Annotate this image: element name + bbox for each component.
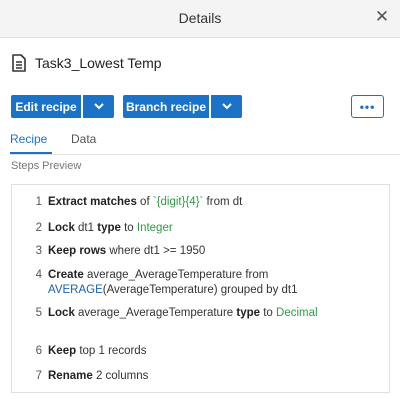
step-text-fragment: average_AverageTemperature — [74, 307, 237, 319]
tab-recipe[interactable]: Recipe — [10, 132, 47, 146]
step-text-fragment: to — [120, 222, 137, 234]
step-text-fragment: (AverageTemperature) grouped by dt1 — [102, 284, 298, 296]
step-description: Extract matches of `{digit}{4}` from dt — [48, 195, 381, 210]
step-text-fragment: where dt1 >= 1950 — [106, 245, 206, 257]
step-number: 1 — [35, 196, 42, 208]
chevron-down-icon — [221, 103, 232, 110]
close-icon[interactable]: ✕ — [374, 8, 390, 25]
step-keyword: Keep rows — [48, 245, 107, 257]
step-keyword: Lock — [48, 307, 75, 319]
step-number: 7 — [35, 370, 42, 382]
step-number: 6 — [35, 345, 42, 357]
step-text-fragment: to — [260, 307, 277, 319]
edit-recipe-group: Edit recipe — [11, 95, 114, 118]
chevron-down-icon — [93, 103, 104, 110]
tab-data[interactable]: Data — [71, 132, 96, 146]
document-name: Task3_Lowest Temp — [35, 55, 162, 71]
panel-header: Details ✕ — [0, 0, 400, 38]
branch-recipe-dropdown-button[interactable] — [209, 95, 242, 118]
steps-list: 1 Extract matches of `{digit}{4}` from dt… — [11, 184, 390, 393]
document-title-row: Task3_Lowest Temp — [12, 53, 162, 73]
step-keyword: type — [236, 307, 261, 319]
step-description: Rename 2 columns — [48, 369, 381, 384]
step-text-fragment: top 1 records — [76, 345, 147, 357]
step-keyword: Create — [48, 269, 84, 281]
step-description: Lock average_AverageTemperature type to … — [48, 306, 381, 321]
step-number: 4 — [35, 269, 42, 281]
step-text-fragment: average_AverageTemperature from — [83, 269, 269, 281]
step-text-fragment: dt1 — [74, 222, 98, 234]
branch-recipe-group: Branch recipe — [123, 95, 242, 118]
steps-preview-label: Steps Preview — [11, 160, 82, 172]
edit-recipe-dropdown-button[interactable] — [81, 95, 114, 118]
step-keyword: Rename — [48, 370, 93, 382]
step-text-fragment: of — [136, 196, 153, 208]
edit-recipe-button[interactable]: Edit recipe — [11, 95, 81, 118]
step-number: 2 — [35, 222, 42, 234]
step-description: Lock dt1 type to Integer — [48, 221, 381, 236]
step-keyword: type — [97, 222, 121, 234]
branch-recipe-button[interactable]: Branch recipe — [123, 95, 209, 118]
step-description: Create average_AverageTemperature from A… — [48, 268, 381, 298]
step-value: `{digit}{4}` — [152, 196, 204, 208]
step-number: 5 — [35, 307, 42, 319]
step-keyword: Lock — [48, 222, 75, 234]
step-description: Keep top 1 records — [48, 344, 381, 359]
panel-title: Details — [178, 10, 222, 26]
step-text-fragment: from dt — [203, 196, 243, 208]
more-options-button[interactable]: ••• — [351, 95, 384, 118]
step-keyword: Extract matches — [48, 196, 137, 208]
tab-bar: Recipe Data — [10, 132, 390, 154]
document-icon — [12, 54, 26, 72]
step-value: AVERAGE — [48, 284, 103, 296]
more-horizontal-icon: ••• — [359, 99, 376, 114]
step-value: Decimal — [276, 307, 318, 319]
step-value: Integer — [136, 222, 173, 234]
step-text-fragment: 2 columns — [92, 370, 149, 382]
tab-divider — [10, 154, 400, 155]
step-number: 3 — [35, 245, 42, 257]
step-description: Keep rows where dt1 >= 1950 — [48, 244, 381, 259]
step-keyword: Keep — [48, 345, 77, 357]
